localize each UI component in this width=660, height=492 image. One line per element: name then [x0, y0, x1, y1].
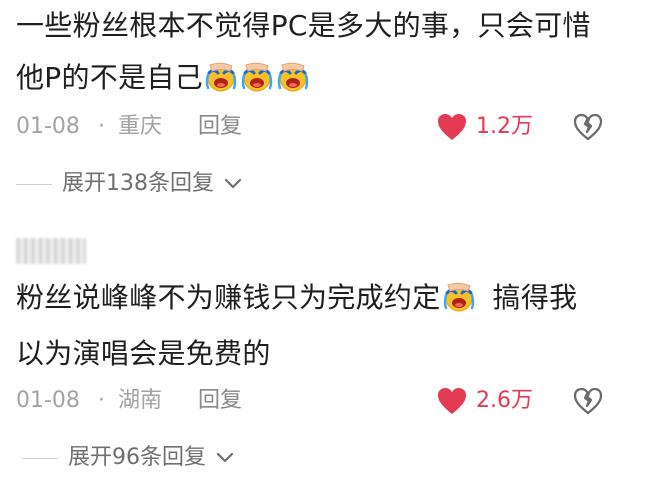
expand-replies-label: 展开138条回复 [62, 171, 214, 196]
like-button[interactable]: 1.2万 [436, 110, 533, 144]
divider-dash [22, 457, 58, 459]
broken-heart-icon[interactable] [572, 386, 604, 416]
chevron-down-icon [216, 451, 234, 465]
like-button[interactable]: 2.6万 [436, 384, 533, 418]
comment-date: 01-08 [16, 388, 80, 413]
divider-dash [16, 183, 52, 185]
comment-meta-row: 01-08 · 重庆 回复 1.2万 [16, 110, 660, 144]
comment-text: 搞得我 [492, 281, 578, 314]
comment-text-line: 粉丝说峰峰不为赚钱只为完成约定 搞得我 [16, 278, 577, 318]
facepalm-cry-emoji-icon [276, 61, 310, 93]
facepalm-cry-emoji-icon [204, 61, 238, 93]
blurred-username[interactable] [16, 238, 86, 264]
facepalm-cry-emoji-icon [442, 281, 476, 313]
comment-meta-row: 01-08 · 湖南 回复 2.6万 [16, 384, 660, 418]
comment-text: 他P的不是自己 [16, 61, 203, 94]
reply-button[interactable]: 回复 [198, 384, 242, 418]
like-count: 1.2万 [476, 114, 533, 139]
expand-replies-label: 展开96条回复 [68, 445, 206, 470]
expand-replies-button[interactable]: 展开96条回复 [22, 442, 234, 474]
comment-text: 粉丝说峰峰不为赚钱只为完成约定 [16, 281, 441, 314]
broken-heart-icon[interactable] [572, 112, 604, 142]
comments-page: 一些粉丝根本不觉得PC是多大的事，只会可惜 他P的不是自己 01-08 · 重庆… [0, 0, 660, 492]
comment-location: 湖南 [118, 388, 163, 413]
heart-icon [436, 386, 468, 416]
facepalm-cry-emoji-icon [240, 61, 274, 93]
heart-icon [436, 112, 468, 142]
meta-separator: · [98, 114, 105, 139]
meta-separator: · [98, 388, 105, 413]
comment-text-line: 以为演唱会是免费的 [16, 337, 271, 370]
comment-text-line: 一些粉丝根本不觉得PC是多大的事，只会可惜 [16, 9, 591, 42]
comment-location: 重庆 [118, 114, 163, 139]
chevron-down-icon [224, 177, 242, 191]
comment-date: 01-08 [16, 114, 80, 139]
like-count: 2.6万 [476, 388, 533, 413]
comment-text-line: 他P的不是自己 [16, 58, 311, 98]
reply-button[interactable]: 回复 [198, 110, 242, 144]
expand-replies-button[interactable]: 展开138条回复 [16, 168, 242, 200]
